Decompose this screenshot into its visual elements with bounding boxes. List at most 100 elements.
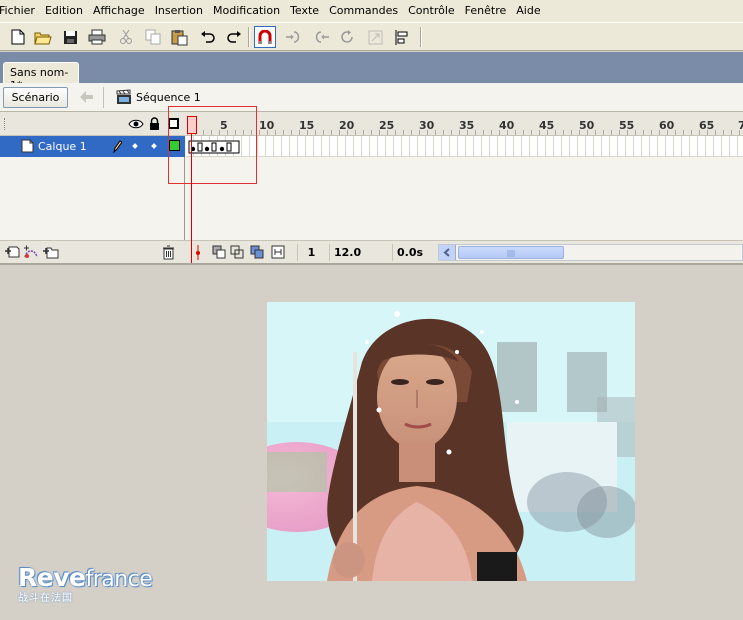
ruler-tick — [491, 130, 492, 135]
insert-layer-icon[interactable] — [4, 245, 20, 262]
ruler-tick — [347, 130, 348, 135]
ruler-tick — [603, 130, 604, 135]
layer-icon — [21, 139, 34, 156]
copy-icon[interactable] — [142, 26, 164, 48]
trash-icon[interactable] — [162, 245, 175, 263]
ruler-tick — [675, 130, 676, 135]
ruler-tick — [427, 130, 428, 135]
onion-skin-icon[interactable] — [212, 245, 227, 262]
ruler-tick — [307, 130, 308, 135]
playhead[interactable] — [187, 116, 197, 134]
timeline-scrollbar[interactable] — [438, 244, 743, 261]
ruler-tick — [475, 130, 476, 135]
ruler-tick — [579, 130, 580, 135]
lock-dot[interactable] — [151, 143, 157, 149]
toolbar-separator — [248, 27, 250, 47]
ruler-tick — [467, 130, 468, 135]
frame-row[interactable] — [186, 136, 743, 157]
ruler-tick — [643, 130, 644, 135]
rotate-icon[interactable] — [336, 26, 358, 48]
edit-bar: Scénario Séquence 1 — [0, 83, 743, 112]
timeline-panel: 1 5 10 15 20 25 30 35 40 45 50 55 60 65 … — [0, 112, 743, 276]
eye-icon[interactable] — [128, 118, 144, 133]
ruler-tick — [339, 130, 340, 135]
modify-onion-markers-icon[interactable] — [271, 245, 285, 262]
highlight-rectangle — [168, 106, 257, 184]
menu-fichier[interactable]: Fichier — [0, 0, 40, 22]
ruler-tick — [699, 130, 700, 135]
back-arrow-icon[interactable] — [76, 88, 96, 106]
save-icon[interactable] — [59, 26, 81, 48]
ruler-tick — [483, 130, 484, 135]
add-motion-guide-icon[interactable] — [23, 245, 39, 262]
ruler-tick — [515, 130, 516, 135]
menu-insertion[interactable]: Insertion — [150, 0, 208, 22]
new-icon[interactable] — [7, 26, 29, 48]
ruler-tick — [291, 130, 292, 135]
ruler-tick — [715, 130, 716, 135]
layer-row[interactable]: Calque 1 — [0, 136, 185, 157]
ruler-tick — [547, 130, 548, 135]
center-frame-icon[interactable] — [193, 245, 203, 263]
menu-commandes[interactable]: Commandes — [324, 0, 403, 22]
ruler-tick — [275, 130, 276, 135]
scroll-thumb[interactable] — [458, 246, 564, 259]
undo-icon[interactable] — [197, 26, 219, 48]
ruler-tick — [587, 130, 588, 135]
ruler-tick — [267, 130, 268, 135]
ruler-tick — [443, 130, 444, 135]
menu-affichage[interactable]: Affichage — [88, 0, 150, 22]
insert-folder-icon[interactable] — [42, 245, 59, 262]
scroll-left-arrow-icon[interactable] — [439, 245, 456, 260]
ruler-tick — [611, 130, 612, 135]
lock-icon[interactable] — [149, 117, 160, 133]
toolbar-separator — [420, 27, 422, 47]
scenario-button[interactable]: Scénario — [3, 87, 68, 108]
print-icon[interactable] — [86, 26, 108, 48]
ruler-tick — [707, 130, 708, 135]
playhead-line — [191, 134, 192, 265]
frame-rate-field[interactable]: 12.0 ips — [329, 244, 387, 276]
scene-label[interactable]: Séquence 1 — [136, 91, 201, 104]
ruler-tick — [555, 130, 556, 135]
menu-controle[interactable]: Contrôle — [403, 0, 460, 22]
ruler-tick — [259, 130, 260, 135]
menu-aide[interactable]: Aide — [511, 0, 545, 22]
menu-modification[interactable]: Modification — [208, 0, 285, 22]
ruler-tick — [435, 130, 436, 135]
menu-texte[interactable]: Texte — [285, 0, 324, 22]
current-frame-field: 1 — [297, 244, 325, 261]
ruler-tick — [739, 130, 740, 135]
ruler-tick — [299, 130, 300, 135]
snap-magnet-icon[interactable] — [254, 26, 276, 48]
menu-edition[interactable]: Edition — [40, 0, 88, 22]
main-toolbar — [0, 22, 743, 51]
scale-icon[interactable] — [364, 26, 386, 48]
document-tab[interactable]: Sans nom-1* — [3, 62, 79, 92]
align-icon[interactable] — [390, 26, 412, 48]
open-icon[interactable] — [32, 26, 54, 48]
visibility-dot[interactable] — [132, 143, 138, 149]
ruler-tick — [371, 130, 372, 135]
ruler-tick — [571, 130, 572, 135]
paste-icon[interactable] — [168, 26, 190, 48]
ruler-tick — [651, 130, 652, 135]
ruler-tick — [419, 130, 420, 135]
stage-bitmap[interactable] — [267, 302, 635, 581]
pencil-icon — [112, 139, 123, 156]
ruler-tick — [731, 130, 732, 135]
ruler-tick — [355, 130, 356, 135]
layer-name[interactable]: Calque 1 — [38, 140, 87, 153]
menu-fenetre[interactable]: Fenêtre — [460, 0, 512, 22]
layer-list: Calque 1 — [0, 136, 185, 240]
onion-skin-outlines-icon[interactable] — [230, 245, 245, 262]
redo-icon[interactable] — [223, 26, 245, 48]
panel-grip[interactable] — [4, 118, 6, 130]
frames-area[interactable] — [186, 136, 743, 240]
smooth-icon[interactable] — [283, 26, 305, 48]
scene-clapper-icon — [116, 89, 132, 105]
ruler-tick — [387, 130, 388, 135]
cut-icon[interactable] — [115, 26, 137, 48]
straighten-icon[interactable] — [310, 26, 332, 48]
edit-multiple-frames-icon[interactable] — [250, 245, 265, 262]
